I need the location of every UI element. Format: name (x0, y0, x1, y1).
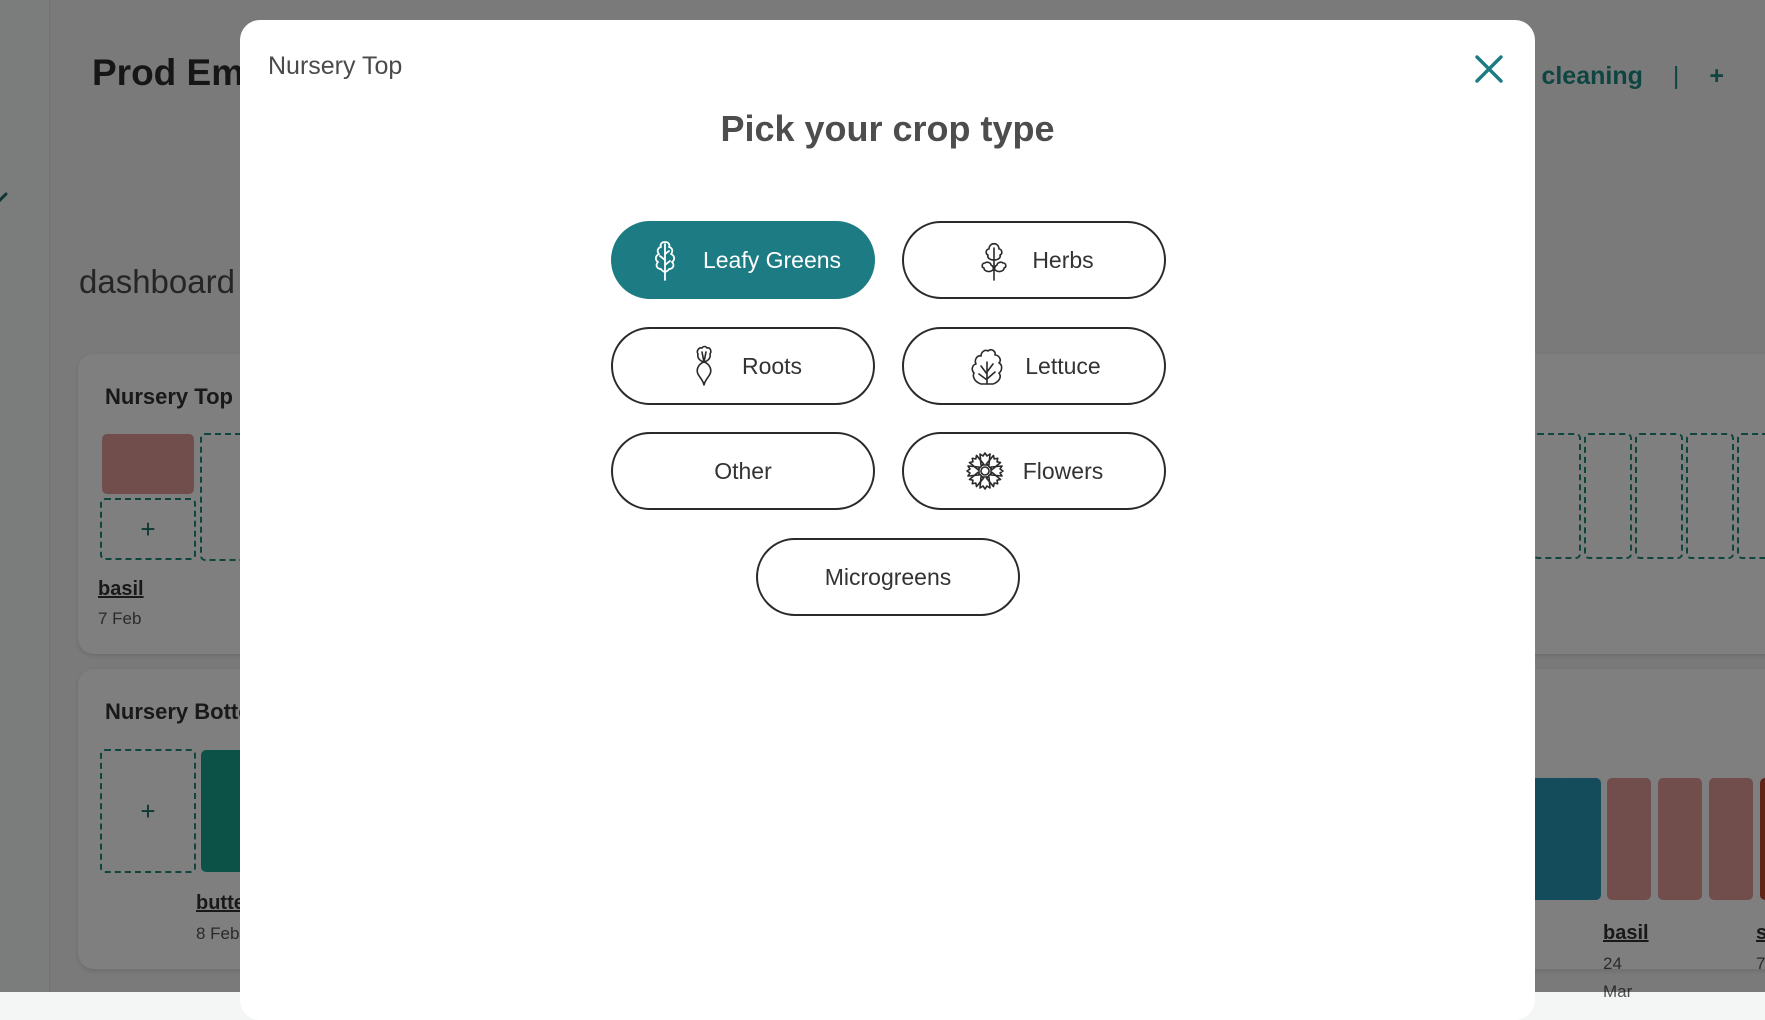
crop-option-label: Herbs (1032, 246, 1094, 273)
crop-option-lettuce[interactable]: Lettuce (902, 327, 1166, 405)
crop-option-roots[interactable]: Roots (611, 327, 875, 405)
crop-option-label: Microgreens (824, 563, 952, 590)
crop-option-flowers[interactable]: Flowers (902, 432, 1166, 510)
crop-option-other[interactable]: Other (611, 432, 875, 510)
crop-option-herbs[interactable]: Herbs (902, 221, 1166, 299)
crop-type-modal: Nursery Top Pick your crop type Leafy Gr… (240, 20, 1535, 1020)
close-icon[interactable] (1472, 52, 1506, 86)
crop-option-label: Other (714, 457, 772, 484)
leaf-icon (654, 241, 675, 281)
herb-icon (981, 242, 1007, 281)
lettuce-icon (971, 348, 1003, 385)
crop-option-leafy-greens[interactable]: Leafy Greens (611, 221, 875, 299)
modal-context-label: Nursery Top (268, 52, 403, 80)
crop-option-label: Lettuce (1025, 352, 1101, 379)
radish-icon (696, 345, 712, 386)
flower-icon (965, 452, 1004, 490)
crop-option-label: Roots (741, 352, 803, 379)
crop-option-label: Leafy Greens (702, 246, 842, 273)
crop-option-label: Flowers (1022, 457, 1104, 484)
crop-option-microgreens[interactable]: Microgreens (756, 538, 1020, 616)
modal-title: Pick your crop type (720, 108, 1055, 149)
